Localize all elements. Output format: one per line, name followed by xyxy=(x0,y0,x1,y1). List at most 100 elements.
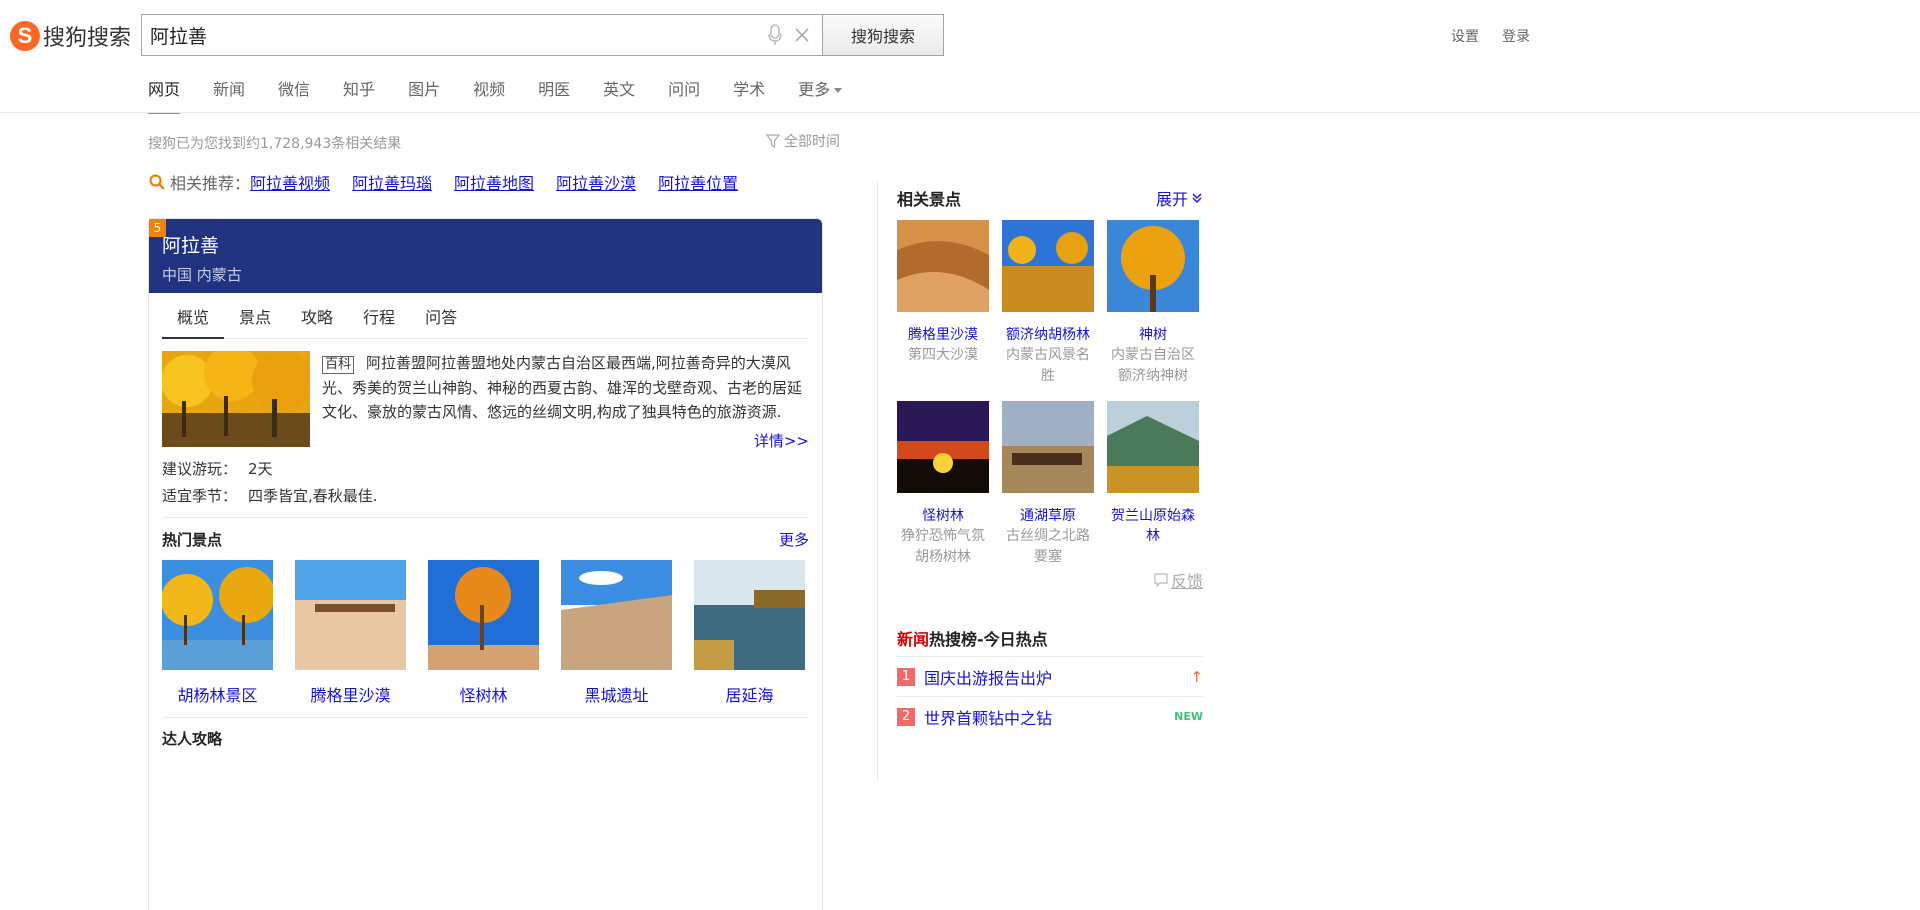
vertical-nav: 网页 新闻 微信 知乎 图片 视频 明医 英文 问问 学术 更多 xyxy=(148,76,875,114)
attractions-grid: 腾格里沙漠 第四大沙漠 额济纳胡杨林 内蒙古风景名胜 神树 内蒙古自治区额济纳神… xyxy=(897,220,1203,568)
sogou-logo[interactable]: S 搜狗搜索 xyxy=(10,19,131,53)
attraction-image[interactable] xyxy=(1002,220,1094,312)
section-divider xyxy=(162,717,809,718)
tab-attractions[interactable]: 景点 xyxy=(224,304,286,338)
hot-news-list: 1 国庆出游报告出炉 ↑ 2 世界首颗钻中之钻 NEW xyxy=(897,656,1203,736)
related-link[interactable]: 阿拉善地图 xyxy=(454,170,534,194)
nav-english[interactable]: 英文 xyxy=(603,76,635,112)
nav-web[interactable]: 网页 xyxy=(148,76,181,114)
hot-news-item[interactable]: 2 世界首颗钻中之钻 NEW xyxy=(897,696,1203,736)
intro-text: 百科 阿拉善盟阿拉善盟地处内蒙古自治区最西端,阿拉善奇异的大漠风光、秀美的贺兰山神… xyxy=(322,351,812,425)
spot-name[interactable]: 腾格里沙漠 xyxy=(295,682,406,706)
details-link[interactable]: 详情>> xyxy=(754,430,809,451)
search-button[interactable]: 搜狗搜索 xyxy=(822,14,944,56)
guides-title: 达人攻略 xyxy=(162,730,223,748)
tab-guides[interactable]: 攻略 xyxy=(286,304,348,338)
spot-image[interactable] xyxy=(428,560,539,670)
feedback-label: 反馈 xyxy=(1170,572,1203,591)
attraction-item[interactable]: 贺兰山原始森林 xyxy=(1107,401,1199,568)
nav-zhihu[interactable]: 知乎 xyxy=(343,76,375,112)
search-input[interactable] xyxy=(142,15,767,55)
season-value: 四季皆宜,春秋最佳. xyxy=(248,487,378,505)
spot-name[interactable]: 居延海 xyxy=(694,682,805,706)
clear-icon[interactable] xyxy=(795,28,809,42)
hot-spot-item[interactable]: 5 居延海 xyxy=(149,219,805,706)
attraction-image[interactable] xyxy=(1107,401,1199,493)
hot-news-text[interactable]: 世界首颗钻中之钻 xyxy=(924,705,1174,729)
attraction-item[interactable]: 神树 内蒙古自治区额济纳神树 xyxy=(1107,220,1199,387)
attraction-name[interactable]: 贺兰山原始森林 xyxy=(1107,506,1199,546)
tab-overview[interactable]: 概览 xyxy=(162,304,225,339)
attraction-name[interactable]: 通湖草原 xyxy=(1002,506,1094,526)
tab-itinerary[interactable]: 行程 xyxy=(348,304,410,338)
logo-text: 搜狗搜索 xyxy=(43,26,132,51)
hot-spot-item[interactable]: 3 怪树林 xyxy=(149,219,539,706)
spot-name[interactable]: 黑城遗址 xyxy=(561,682,672,706)
attraction-name[interactable]: 怪树林 xyxy=(897,506,989,526)
nav-news[interactable]: 新闻 xyxy=(213,76,245,112)
card-tabs: 概览 景点 攻略 行程 问答 xyxy=(162,293,809,339)
attraction-desc: 内蒙古风景名胜 xyxy=(1006,347,1090,384)
microphone-icon[interactable] xyxy=(767,24,783,46)
attraction-item[interactable]: 腾格里沙漠 第四大沙漠 xyxy=(897,220,989,387)
spot-image[interactable] xyxy=(295,560,406,670)
related-link[interactable]: 阿拉善玛瑙 xyxy=(352,170,432,194)
logo-mark: S xyxy=(10,21,40,51)
funnel-icon xyxy=(766,134,780,148)
attraction-name[interactable]: 额济纳胡杨林 xyxy=(1002,325,1094,345)
attraction-name[interactable]: 腾格里沙漠 xyxy=(897,325,989,345)
time-filter-label: 全部时间 xyxy=(784,134,840,150)
related-link[interactable]: 阿拉善沙漠 xyxy=(556,170,636,194)
hot-spot-item[interactable]: 2 腾格里沙漠 xyxy=(149,219,406,706)
attraction-item[interactable]: 额济纳胡杨林 内蒙古风景名胜 xyxy=(1002,220,1094,387)
hot-spots-more-link[interactable]: 更多 xyxy=(779,529,809,550)
card-title: 阿拉善 xyxy=(162,235,220,257)
nav-mingyi[interactable]: 明医 xyxy=(538,76,570,112)
destination-card: 阿拉善 中国 内蒙古 概览 景点 攻略 行程 问答 百科 阿拉善盟阿拉善盟地处内蒙… xyxy=(148,218,823,910)
settings-link[interactable]: 设置 xyxy=(1451,26,1479,46)
attraction-item[interactable]: 通湖草原 古丝绸之北路要塞 xyxy=(1002,401,1094,568)
related-label: 相关推荐： xyxy=(170,174,251,193)
attraction-image[interactable] xyxy=(1002,401,1094,493)
caret-down-icon xyxy=(834,88,843,93)
hot-spot-item[interactable]: 1 胡杨林景区 xyxy=(149,219,275,706)
expand-label: 展开 xyxy=(1155,190,1188,209)
card-header[interactable]: 阿拉善 中国 内蒙古 xyxy=(149,219,822,293)
hot-spot-item[interactable]: 4 黑城遗址 xyxy=(149,219,672,706)
sidebar: 相关景点 展开 腾格里沙漠 第四大沙漠 额济纳胡杨林 内蒙古风景名胜 神树 内蒙… xyxy=(897,186,1203,728)
hot-news-text[interactable]: 国庆出游报告出炉 xyxy=(924,665,1190,689)
nav-images[interactable]: 图片 xyxy=(408,76,440,112)
nav-more[interactable]: 更多 xyxy=(798,76,843,112)
spot-image[interactable] xyxy=(561,560,672,670)
sidebar-divider xyxy=(877,181,878,781)
attraction-desc: 内蒙古自治区额济纳神树 xyxy=(1111,347,1195,384)
attraction-name[interactable]: 神树 xyxy=(1107,325,1199,345)
login-link[interactable]: 登录 xyxy=(1502,26,1530,46)
related-link[interactable]: 阿拉善视频 xyxy=(250,170,330,194)
populus-forest-image[interactable] xyxy=(162,351,310,447)
hot-news-item[interactable]: 1 国庆出游报告出炉 ↑ xyxy=(897,656,1203,696)
baike-tag[interactable]: 百科 xyxy=(322,356,355,374)
feedback-link[interactable]: 反馈 xyxy=(1154,568,1203,592)
tab-qa[interactable]: 问答 xyxy=(410,304,472,338)
nav-scholar[interactable]: 学术 xyxy=(733,76,765,112)
double-chevron-down-icon xyxy=(1192,193,1202,203)
time-filter[interactable]: 全部时间 xyxy=(766,131,840,151)
spot-image[interactable] xyxy=(694,560,805,670)
top-links: 设置 登录 xyxy=(1451,26,1530,46)
spot-name[interactable]: 怪树林 xyxy=(428,682,539,706)
attraction-image[interactable] xyxy=(1107,220,1199,312)
spot-image[interactable] xyxy=(161,560,275,670)
attraction-item[interactable]: 怪树林 狰狞恐怖气氛胡杨树林 xyxy=(897,401,989,568)
new-badge: NEW xyxy=(1174,710,1203,723)
expand-button[interactable]: 展开 xyxy=(1156,186,1203,210)
attraction-image[interactable] xyxy=(897,220,989,312)
nav-weixin[interactable]: 微信 xyxy=(278,76,310,112)
nav-more-label: 更多 xyxy=(798,80,831,99)
nav-wenwen[interactable]: 问问 xyxy=(668,76,700,112)
spot-name[interactable]: 胡杨林景区 xyxy=(162,682,273,706)
nav-video[interactable]: 视频 xyxy=(473,76,505,112)
related-link[interactable]: 阿拉善位置 xyxy=(658,170,738,194)
suggested-duration: 建议游玩： 2天 xyxy=(162,461,809,477)
attraction-image[interactable] xyxy=(897,401,989,493)
